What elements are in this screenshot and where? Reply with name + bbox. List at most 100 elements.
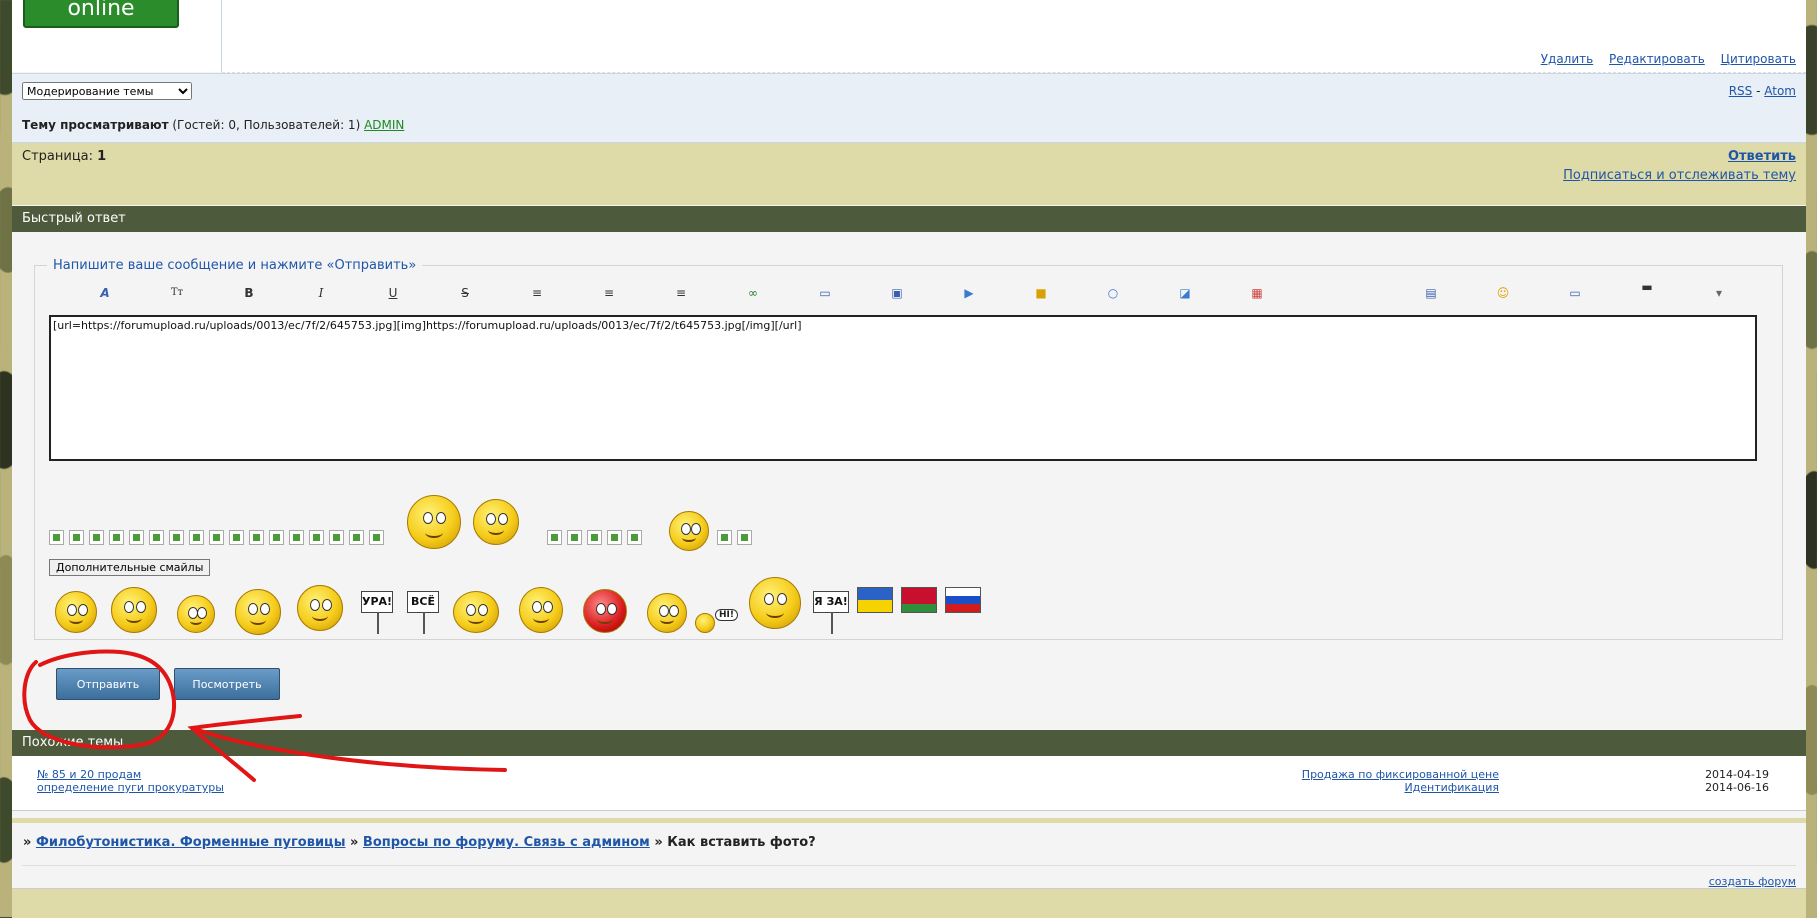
- similar-topic-forum-link[interactable]: Продажа по фиксированной цене: [1302, 768, 1499, 781]
- color-icon[interactable]: ▦: [1249, 285, 1265, 301]
- smiley[interactable]: [129, 530, 144, 545]
- all-sign-smiley[interactable]: ВСЁ: [407, 591, 439, 634]
- strike-icon[interactable]: S: [457, 285, 473, 301]
- viewer-user-link[interactable]: ADMIN: [364, 118, 404, 132]
- similar-topic-link[interactable]: № 85 и 20 продам: [37, 768, 141, 781]
- surprised-smiley[interactable]: [297, 585, 343, 631]
- code-icon[interactable]: ◪: [1177, 285, 1193, 301]
- breadcrumb-section-link[interactable]: Вопросы по форуму. Связь с админом: [363, 835, 650, 850]
- smiley[interactable]: [89, 530, 104, 545]
- laughing-smiley[interactable]: [55, 591, 97, 633]
- post-author-column: online: [12, 0, 222, 72]
- link-icon[interactable]: ∞: [745, 285, 761, 301]
- similar-topic-date: 2014-06-16: [1705, 781, 1769, 794]
- create-forum-link[interactable]: создать форум: [1709, 875, 1796, 888]
- spoiler-box-icon[interactable]: ▭: [1567, 285, 1583, 301]
- hide-icon[interactable]: ■: [1033, 285, 1049, 301]
- breadcrumb-current: Как вставить фото?: [667, 835, 816, 850]
- align-left-icon[interactable]: ≡: [529, 285, 545, 301]
- angry-smiley[interactable]: [669, 511, 709, 551]
- reading-smiley[interactable]: [473, 499, 519, 545]
- smiley[interactable]: [109, 530, 124, 545]
- smiley[interactable]: [607, 530, 622, 545]
- smiley[interactable]: [369, 530, 384, 545]
- russia-flag-smiley[interactable]: [945, 587, 981, 613]
- smiley[interactable]: [149, 530, 164, 545]
- belarus-flag-smiley[interactable]: [901, 587, 937, 613]
- smiley[interactable]: [209, 530, 224, 545]
- subscribe-link[interactable]: Подписаться и отслеживать тему: [1563, 168, 1796, 183]
- thumbs-up-smiley[interactable]: [407, 495, 461, 549]
- bold-icon[interactable]: B: [241, 285, 257, 301]
- sleepy-smiley[interactable]: [519, 587, 563, 633]
- video-icon[interactable]: ▶: [961, 285, 977, 301]
- image-icon[interactable]: ▣: [889, 285, 905, 301]
- underline-icon[interactable]: U: [385, 285, 401, 301]
- topic-viewers-bar: Тему просматривают (Гостей: 0, Пользоват…: [12, 108, 1806, 143]
- reply-link[interactable]: Ответить: [1728, 149, 1796, 164]
- smiley[interactable]: [627, 530, 642, 545]
- smile-icon[interactable]: ☺: [1495, 285, 1511, 301]
- table-icon[interactable]: ▤: [1423, 285, 1439, 301]
- smiley[interactable]: [249, 530, 264, 545]
- align-right-icon[interactable]: ≡: [673, 285, 689, 301]
- similar-topic-link[interactable]: определение пуги прокуратуры: [37, 781, 224, 794]
- edit-post-link[interactable]: Редактировать: [1609, 52, 1705, 66]
- smiley[interactable]: [177, 595, 215, 633]
- rss-link[interactable]: RSS: [1729, 84, 1753, 98]
- align-center-icon[interactable]: ≡: [601, 285, 617, 301]
- smiley[interactable]: [329, 530, 344, 545]
- smiley[interactable]: [737, 530, 752, 545]
- current-page: 1: [97, 149, 107, 164]
- preview-button[interactable]: Посмотреть: [174, 668, 280, 700]
- divider: [22, 865, 1796, 866]
- font-face-icon[interactable]: A: [97, 285, 113, 301]
- smiley[interactable]: [349, 530, 364, 545]
- smiley[interactable]: [717, 530, 732, 545]
- ukraine-flag-smiley[interactable]: [857, 587, 893, 613]
- submit-button[interactable]: Отправить: [56, 668, 160, 700]
- quote-icon[interactable]: ▭: [817, 285, 833, 301]
- online-status-badge: online: [23, 0, 179, 28]
- i-agree-sign-smiley[interactable]: Я ЗА!: [813, 591, 849, 634]
- topic-moderation-select[interactable]: Модерирование темы: [22, 82, 192, 100]
- tongue-smiley[interactable]: [453, 591, 499, 633]
- frown-smiley[interactable]: [647, 593, 687, 633]
- breadcrumb-panel: » Филобутонистика. Форменные пуговицы » …: [12, 818, 1806, 893]
- hooray-sign-smiley[interactable]: УРА!: [361, 591, 393, 634]
- more-icon[interactable]: ▾: [1711, 285, 1727, 301]
- message-textarea[interactable]: [url=https://forumupload.ru/uploads/0013…: [49, 315, 1757, 461]
- smiley[interactable]: [309, 530, 324, 545]
- atom-link[interactable]: Atom: [1764, 84, 1796, 98]
- similar-topics-header: Похожие темы: [12, 730, 1806, 756]
- spoiler-icon[interactable]: ○: [1105, 285, 1121, 301]
- extra-smilies-panel: УРА! ВСЁ HI! Я ЗА!: [49, 573, 981, 653]
- thumbs-up-smiley[interactable]: [111, 587, 157, 633]
- smiley[interactable]: [567, 530, 582, 545]
- breadcrumb-forum-link[interactable]: Филобутонистика. Форменные пуговицы: [36, 835, 346, 850]
- smiley[interactable]: [169, 530, 184, 545]
- quick-reply-legend: Напишите ваше сообщение и нажмите «Отпра…: [53, 258, 417, 273]
- smiley[interactable]: [69, 530, 84, 545]
- smiley[interactable]: [49, 530, 64, 545]
- similar-topic-forum-link[interactable]: Идентификация: [1404, 781, 1499, 794]
- smiley[interactable]: [289, 530, 304, 545]
- quote-post-link[interactable]: Цитировать: [1721, 52, 1796, 66]
- quick-reply-header: Быстрый ответ: [12, 206, 1806, 232]
- font-size-icon[interactable]: Tт: [169, 285, 185, 301]
- post-actions: Удалить Редактировать Цитировать: [1529, 52, 1796, 66]
- hi-bubble: HI!: [715, 609, 738, 621]
- smiley[interactable]: [269, 530, 284, 545]
- flowers-smiley[interactable]: [235, 589, 281, 635]
- angry-red-smiley[interactable]: [583, 589, 627, 633]
- hi-smiley[interactable]: [695, 613, 715, 633]
- smiley[interactable]: [547, 530, 562, 545]
- binoculars-smiley[interactable]: [749, 577, 801, 629]
- smiley[interactable]: [229, 530, 244, 545]
- smiley[interactable]: [587, 530, 602, 545]
- delete-post-link[interactable]: Удалить: [1541, 52, 1594, 66]
- special-icon[interactable]: ▬: [1639, 279, 1655, 295]
- pagination-bar: Страница: 1 Ответить Подписаться и отсле…: [12, 143, 1806, 205]
- italic-icon[interactable]: I: [313, 285, 329, 301]
- smiley[interactable]: [189, 530, 204, 545]
